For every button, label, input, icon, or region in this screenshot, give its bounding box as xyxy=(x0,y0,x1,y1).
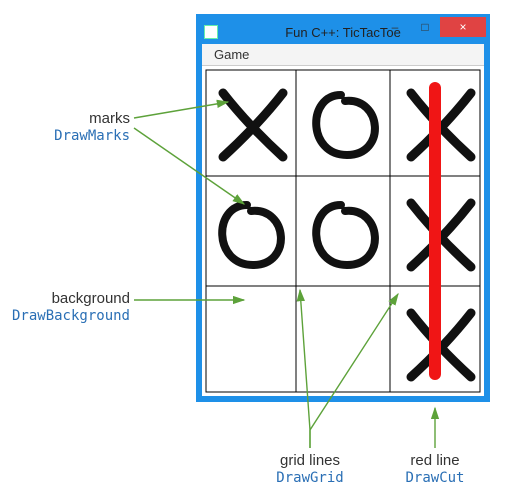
annot-gridlines: grid lines DrawGrid xyxy=(260,452,360,487)
annot-marks-func: DrawMarks xyxy=(10,128,130,145)
game-board xyxy=(202,66,484,396)
app-window: Fun C++: TicTacToe – □ × Game xyxy=(196,14,490,402)
annot-grid-func: DrawGrid xyxy=(260,470,360,487)
annot-redline: red line DrawCut xyxy=(390,452,480,487)
annot-marks: marks DrawMarks xyxy=(10,110,130,145)
annot-marks-label: marks xyxy=(10,110,130,128)
annot-background: background DrawBackground xyxy=(0,290,130,325)
annot-bg-label: background xyxy=(0,290,130,308)
annot-red-label: red line xyxy=(390,452,480,470)
annot-bg-func: DrawBackground xyxy=(0,308,130,325)
app-icon xyxy=(204,25,218,39)
menu-game[interactable]: Game xyxy=(206,45,257,64)
titlebar: Fun C++: TicTacToe – □ × xyxy=(202,20,484,44)
client-area: Game xyxy=(202,44,484,396)
maximize-button[interactable]: □ xyxy=(410,17,440,37)
menu-bar: Game xyxy=(202,44,484,66)
annot-grid-label: grid lines xyxy=(260,452,360,470)
board-svg xyxy=(202,66,484,396)
annot-red-func: DrawCut xyxy=(390,470,480,487)
close-button[interactable]: × xyxy=(440,17,486,37)
window-buttons: – □ × xyxy=(380,17,486,37)
minimize-button[interactable]: – xyxy=(380,17,410,37)
